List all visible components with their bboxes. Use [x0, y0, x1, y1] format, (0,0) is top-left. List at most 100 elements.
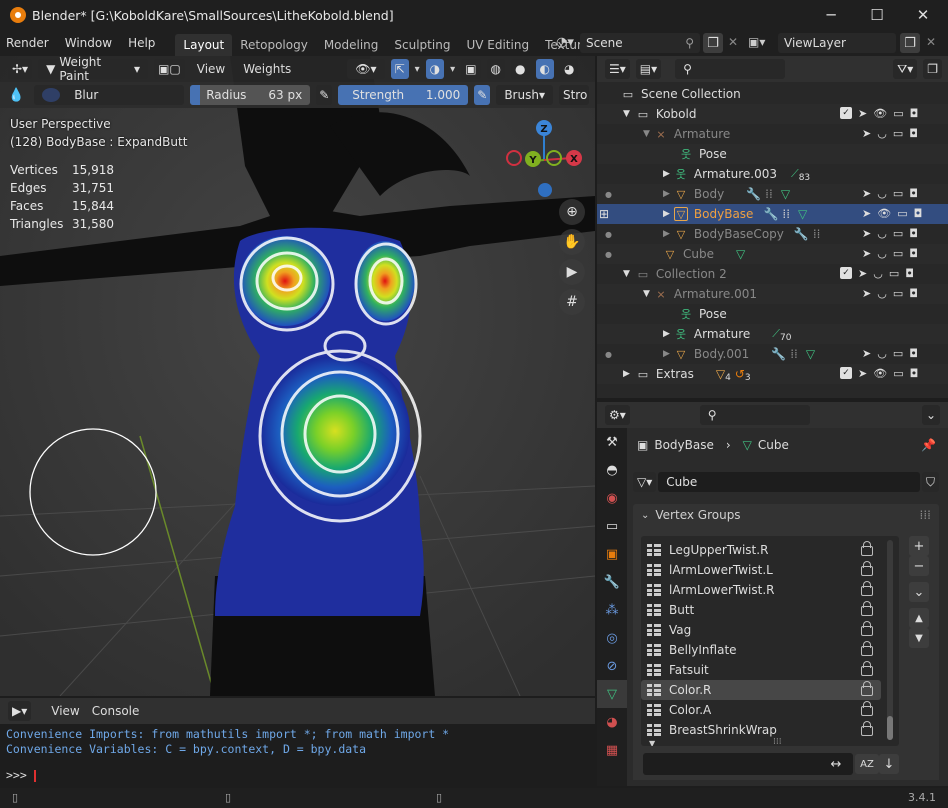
outliner-row-bodybase[interactable]: ⊞ ▶ ▽ BodyBase 🔧 ⁞⁞ ▽ ➤ 👁 ▭ ◘ — [597, 204, 948, 224]
editor-type-button[interactable]: ✢▾ — [8, 59, 33, 79]
rendered-shading-icon[interactable]: ◕ — [559, 59, 579, 79]
tab-layout[interactable]: Layout — [175, 34, 233, 56]
viewport-weights-menu[interactable]: Weights — [237, 62, 297, 76]
remove-vertex-group-button[interactable]: − — [909, 556, 929, 576]
eye-icon[interactable]: 👁 — [873, 107, 887, 120]
new-scene-icon[interactable]: ❐ — [703, 33, 723, 53]
outliner-row-scene-collection[interactable]: ▭ Scene Collection — [597, 84, 948, 104]
camera-icon[interactable]: ◘ — [914, 207, 923, 220]
lock-icon[interactable] — [861, 701, 873, 716]
lock-icon[interactable] — [861, 601, 873, 616]
outliner-row-kobold[interactable]: ▼ ▭ Kobold ✓ ➤ 👁 ▭ ◘ — [597, 104, 948, 124]
row-visibility-controls[interactable]: ✓ ➤ 👁 ▭ ◘ — [840, 107, 918, 120]
monitor-icon[interactable]: ▭ — [893, 247, 903, 260]
expand-arrow-icon[interactable]: ▶ — [663, 209, 670, 219]
menu-help[interactable]: Help — [122, 36, 161, 50]
row-visibility-controls[interactable]: ➤ ◡ ▭ ◘ — [862, 187, 918, 200]
viewlayer-icon[interactable]: ▣▾ — [748, 35, 765, 49]
tab-mesh-data-icon[interactable]: ▽ — [597, 680, 627, 708]
list-item[interactable]: BellyInflate — [641, 640, 881, 660]
row-visibility-controls[interactable]: ➤ ◡ ▭ ◘ — [862, 347, 918, 360]
outliner-editor-type-icon[interactable]: ☰▾ — [605, 59, 630, 79]
monitor-icon[interactable]: ▭ — [889, 267, 899, 280]
lock-icon[interactable] — [861, 661, 873, 676]
list-item[interactable]: lArmLowerTwist.L — [641, 560, 881, 580]
camera-icon[interactable]: ◘ — [909, 127, 918, 140]
camera-icon[interactable]: ◘ — [910, 107, 919, 120]
select-arrow-icon[interactable]: ➤ — [862, 247, 871, 260]
zoom-icon[interactable]: ⊕ — [559, 199, 585, 225]
mesh-browse-icon[interactable]: ▽▾ — [633, 472, 657, 492]
maximize-button[interactable]: ☐ — [854, 0, 900, 30]
gizmo-toggle-icon[interactable]: ⇱ — [390, 59, 409, 79]
material-shading-icon[interactable]: ◐ — [535, 59, 554, 79]
overlay-dropdown-icon[interactable]: ▾ — [450, 64, 455, 75]
monitor-icon[interactable]: ▭ — [893, 367, 903, 380]
tab-particles-icon[interactable]: ⁂ — [597, 596, 627, 624]
solid-shading-icon[interactable]: ● — [511, 59, 530, 79]
expand-arrow-icon[interactable]: ▼ — [623, 269, 630, 279]
list-resize-grip-icon[interactable]: ⁞⁞⁞ — [773, 737, 782, 746]
pin-icon[interactable]: 📌 — [921, 438, 936, 452]
lock-icon[interactable] — [861, 721, 873, 736]
list-item[interactable]: LegUpperTwist.R — [641, 540, 881, 560]
view-object-types-icon[interactable]: 👁▾ — [347, 59, 385, 79]
expand-arrow-icon[interactable]: ▶ — [663, 229, 670, 239]
pan-hand-icon[interactable]: ✋ — [559, 229, 585, 255]
mode-selector[interactable]: ▼ Weight Paint ▾ — [38, 56, 149, 83]
lock-icon[interactable] — [861, 581, 873, 596]
new-viewlayer-icon[interactable]: ❐ — [900, 33, 920, 53]
outliner-row-armature-003[interactable]: ▶ 웃 Armature.003 ⟋ 83 — [597, 164, 948, 184]
mesh-datablock-field[interactable]: ▽▾ Cube ⛉ — [633, 471, 939, 493]
unlink-scene-icon[interactable]: ✕ — [728, 35, 738, 49]
viewlayer-selector[interactable]: ViewLayer — [778, 33, 896, 53]
list-item[interactable]: Vag — [641, 620, 881, 640]
minimize-button[interactable]: ─ — [808, 0, 854, 30]
list-item[interactable]: lArmLowerTwist.R — [641, 580, 881, 600]
console-editor-type-icon[interactable]: ▶▾ — [8, 701, 32, 721]
select-arrow-icon[interactable]: ➤ — [862, 347, 871, 360]
console-console-menu[interactable]: Console — [86, 704, 146, 718]
monitor-icon[interactable]: ▭ — [893, 287, 903, 300]
eye-closed-icon[interactable]: ◡ — [873, 267, 883, 280]
select-arrow-icon[interactable]: ➤ — [858, 267, 867, 280]
close-button[interactable]: ✕ — [900, 0, 946, 30]
eye-closed-icon[interactable]: ◡ — [877, 287, 887, 300]
include-checkbox[interactable]: ✓ — [840, 107, 852, 119]
monitor-icon[interactable]: ▭ — [897, 207, 907, 220]
3d-viewport[interactable]: ✢▾ ▼ Weight Paint ▾ ▣▢ View Weights 👁▾ ⇱ ▾ … — [0, 56, 595, 696]
add-vertex-group-button[interactable]: + — [909, 536, 929, 556]
filter-invert-button[interactable]: ↔ — [826, 754, 846, 774]
tab-retopology[interactable]: Retopology — [232, 34, 316, 56]
camera-icon[interactable]: ◘ — [909, 287, 918, 300]
select-arrow-icon[interactable]: ➤ — [862, 127, 871, 140]
gizmo-neg-z[interactable] — [538, 183, 552, 197]
eye-icon[interactable]: 👁 — [877, 207, 891, 220]
list-scrollbar-thumb[interactable] — [887, 716, 893, 740]
expand-arrow-icon[interactable]: ▶ — [663, 189, 670, 199]
include-checkbox[interactable]: ✓ — [840, 367, 852, 379]
outliner-row-body[interactable]: ● ▶ ▽ Body 🔧 ⁞⁞ ▽ ➤ ◡ ▭ ◘ — [597, 184, 948, 204]
include-checkbox[interactable]: ✓ — [840, 267, 852, 279]
camera-icon[interactable]: ◘ — [910, 367, 919, 380]
python-console[interactable]: ▶▾ View Console Convenience Imports: fro… — [0, 698, 595, 786]
select-arrow-icon[interactable]: ➤ — [862, 187, 871, 200]
tab-modifier-icon[interactable]: 🔧 — [597, 568, 627, 596]
filter-icon[interactable]: ⛛▾ — [893, 59, 918, 79]
expand-arrow-icon[interactable]: ▶ — [663, 169, 670, 179]
tab-modeling[interactable]: Modeling — [316, 34, 387, 56]
vertex-group-specials-button[interactable]: ⌄ — [909, 582, 929, 602]
fake-user-icon[interactable]: ⛉ — [921, 472, 939, 492]
eye-closed-icon[interactable]: ◡ — [877, 127, 887, 140]
row-visibility-controls[interactable]: ➤ ◡ ▭ ◘ — [862, 287, 918, 300]
list-item-selected[interactable]: Color.R — [641, 680, 881, 700]
tab-sculpting[interactable]: Sculpting — [386, 34, 458, 56]
list-item[interactable]: Color.A — [641, 700, 881, 720]
move-up-button[interactable]: ▲ — [909, 608, 929, 628]
vertex-groups-panel-header[interactable]: ⌄ Vertex Groups ⁞⁞⁞ — [633, 504, 939, 526]
monitor-icon[interactable]: ▭ — [893, 347, 903, 360]
tab-uv-editing[interactable]: UV Editing — [458, 34, 537, 56]
outliner-row-extras[interactable]: ▶ ▭ Extras ▽ 4 ↺ 3 ✓ ➤ 👁 ▭ ◘ — [597, 364, 948, 384]
outliner-row-armature-001[interactable]: ▼ ⨯ Armature.001 ➤ ◡ ▭ ◘ — [597, 284, 948, 304]
list-item[interactable]: Butt — [641, 600, 881, 620]
